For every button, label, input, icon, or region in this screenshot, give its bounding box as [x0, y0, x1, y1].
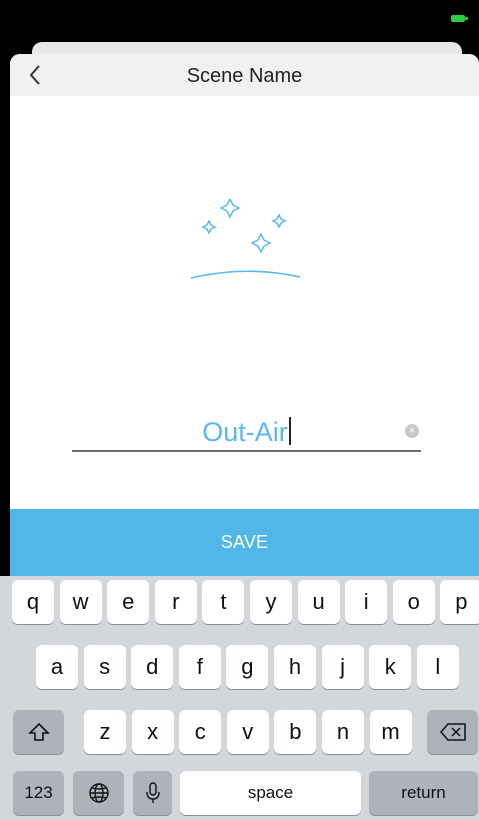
key-v[interactable]: v: [226, 710, 269, 754]
backspace-key[interactable]: [427, 710, 478, 754]
key-u[interactable]: u: [297, 580, 340, 624]
key-q[interactable]: q: [12, 580, 54, 624]
globe-key[interactable]: [73, 771, 124, 815]
key-d[interactable]: d: [131, 645, 174, 689]
scene-sparkles-illustration: [190, 199, 301, 279]
key-j[interactable]: j: [321, 645, 364, 689]
navigation-bar: Scene Name: [10, 54, 479, 96]
dictation-key[interactable]: [133, 771, 172, 815]
key-r[interactable]: r: [154, 580, 197, 624]
key-h[interactable]: h: [274, 645, 316, 689]
page-title: Scene Name: [186, 65, 303, 87]
text-cursor: [288, 417, 291, 445]
key-b[interactable]: b: [274, 710, 317, 754]
status-bar: [0, 0, 479, 30]
key-c[interactable]: c: [179, 710, 222, 754]
key-s[interactable]: s: [83, 645, 126, 689]
save-button[interactable]: SAVE: [10, 509, 479, 576]
key-k[interactable]: k: [369, 645, 412, 689]
scene-name-value[interactable]: Out-Air: [202, 417, 288, 447]
sparkle-icon: [271, 213, 287, 229]
space-key[interactable]: space: [180, 771, 361, 815]
key-l[interactable]: l: [416, 645, 459, 689]
key-a[interactable]: a: [36, 645, 78, 689]
key-y[interactable]: y: [250, 580, 292, 624]
key-f[interactable]: f: [178, 645, 221, 689]
clear-circle-icon: ×: [408, 425, 416, 437]
numbers-key[interactable]: 123: [13, 771, 64, 815]
on-screen-keyboard: qwertyuiop asdfghjkl zxcvbnm 123 space ret…: [0, 576, 479, 820]
sparkle-icon: [219, 199, 241, 219]
scene-name-field[interactable]: Out-Air ×: [72, 416, 421, 452]
horizon-arc: [190, 270, 301, 279]
key-x[interactable]: x: [131, 710, 174, 754]
key-t[interactable]: t: [202, 580, 245, 624]
key-p[interactable]: p: [440, 580, 479, 624]
key-o[interactable]: o: [392, 580, 435, 624]
sparkle-icon: [201, 219, 217, 235]
battery-cap: [465, 17, 468, 20]
shift-icon: [27, 722, 50, 741]
key-e[interactable]: e: [107, 580, 150, 624]
globe-icon: [88, 783, 109, 803]
microphone-icon: [145, 782, 160, 803]
key-w[interactable]: w: [59, 580, 102, 624]
sparkle-icon: [250, 232, 272, 254]
key-g[interactable]: g: [226, 645, 269, 689]
key-n[interactable]: n: [322, 710, 364, 754]
clear-text-button[interactable]: ×: [405, 424, 419, 438]
backspace-icon: [439, 723, 466, 741]
key-i[interactable]: i: [345, 580, 388, 624]
battery-icon: [451, 15, 465, 22]
shift-key[interactable]: [13, 710, 64, 754]
key-m[interactable]: m: [369, 710, 412, 754]
key-z[interactable]: z: [84, 710, 126, 754]
return-key[interactable]: return: [369, 771, 478, 815]
